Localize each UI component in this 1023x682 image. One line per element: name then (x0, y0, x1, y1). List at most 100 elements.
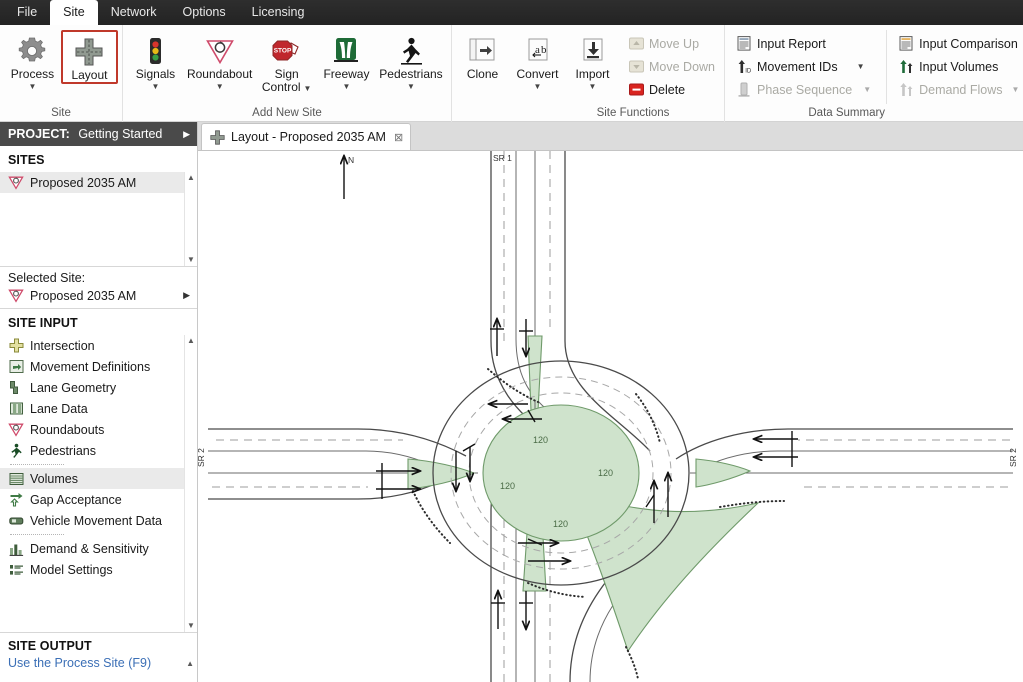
convert-button[interactable]: a b Convert ▼ (509, 30, 566, 92)
phase-sequence-button[interactable]: Phase Sequence ▼ (733, 78, 876, 101)
north-arrow: N (344, 155, 354, 199)
move-down-button[interactable]: Move Down (625, 55, 720, 78)
yield-triangle-icon (8, 175, 24, 191)
roundabout-button-label: Roundabout (186, 67, 253, 81)
sidebar-item-vehicle-movement-data[interactable]: Vehicle Movement Data (0, 510, 184, 531)
scroll-down-icon[interactable]: ▼ (187, 620, 195, 632)
scroll-down-icon[interactable]: ▼ (187, 254, 195, 266)
clone-button[interactable]: Clone (456, 30, 509, 82)
menu-item-options[interactable]: Options (170, 0, 239, 25)
chevron-down-icon[interactable]: ▼ (29, 82, 37, 91)
chevron-down-icon[interactable]: ▼ (407, 82, 415, 91)
movement-definitions-icon (8, 359, 24, 375)
chevron-down-icon[interactable]: ▼ (863, 85, 871, 94)
freeway-icon (332, 34, 360, 68)
chevron-down-icon[interactable]: ▼ (343, 82, 351, 91)
move-up-icon (628, 36, 644, 52)
site-list-item[interactable]: Proposed 2035 AM (0, 172, 185, 193)
sidebar-item-label: Model Settings (30, 562, 113, 577)
scroll-up-icon[interactable]: ▲ (187, 335, 195, 347)
sidebar-item-lane-geometry[interactable]: Lane Geometry (0, 377, 184, 398)
chevron-down-icon[interactable]: ▼ (857, 62, 865, 71)
import-button[interactable]: Import ▼ (566, 30, 619, 92)
import-icon (579, 34, 607, 68)
sidebar-item-gap-acceptance[interactable]: Gap Acceptance (0, 489, 184, 510)
layout-button[interactable]: Layout (60, 30, 118, 84)
move-up-label: Move Up (649, 36, 700, 51)
roundabout-button[interactable]: Roundabout ▼ (184, 30, 255, 92)
signals-button[interactable]: Signals ▼ (127, 30, 184, 92)
svg-text:ID: ID (745, 69, 752, 75)
data-summary-divider (886, 30, 888, 104)
chevron-down-icon[interactable]: ▼ (1012, 85, 1020, 94)
input-comparison-button[interactable]: Input Comparison (895, 32, 1023, 55)
road-label-west: SR 2 (198, 448, 206, 467)
import-button-label: Import (575, 67, 610, 81)
chevron-down-icon[interactable]: ▼ (534, 82, 542, 91)
delete-button[interactable]: Delete (625, 78, 720, 101)
svg-text:b: b (541, 44, 547, 56)
sidebar-item-demand-sensitivity[interactable]: Demand & Sensitivity (0, 538, 184, 559)
sidebar-item-volumes[interactable]: Volumes (0, 468, 184, 489)
sidebar-item-intersection[interactable]: Intersection (0, 335, 184, 356)
sidebar-item-label: Volumes (30, 471, 78, 486)
demand-sensitivity-icon (8, 541, 24, 557)
input-report-button[interactable]: Input Report (733, 32, 876, 55)
selected-site-expand-icon[interactable]: ▶ (183, 290, 190, 301)
phase-sequence-label: Phase Sequence (757, 82, 853, 97)
data-summary-col-1: Input Report ID Movement IDs ▼ Phase Seq… (733, 30, 876, 101)
chevron-down-icon[interactable]: ▼ (152, 82, 160, 91)
sidebar-item-label: Demand & Sensitivity (30, 541, 149, 556)
input-volumes-button[interactable]: Input Volumes (895, 55, 1023, 78)
demand-flows-button[interactable]: Demand Flows ▼ (895, 78, 1023, 101)
scroll-up-icon[interactable]: ▲ (186, 658, 194, 670)
project-expand-icon[interactable]: ▶ (183, 129, 190, 140)
ribbon-group-add-new-site: Signals ▼ Roundabout ▼ STOP Sign Control… (122, 25, 451, 122)
sidebar-item-label: Gap Acceptance (30, 492, 122, 507)
scroll-up-icon[interactable]: ▲ (187, 172, 195, 184)
sidebar-item-lane-data[interactable]: Lane Data (0, 398, 184, 419)
sidebar-item-movement-definitions[interactable]: Movement Definitions (0, 356, 184, 377)
phase-sequence-icon (736, 82, 752, 98)
menu-item-file[interactable]: File (4, 0, 50, 25)
close-icon[interactable]: ⊠ (392, 131, 403, 144)
tab-layout-proposed-2035-am[interactable]: Layout - Proposed 2035 AM ⊠ (201, 123, 412, 150)
layout-canvas[interactable]: .rd { fill:none; stroke:#4a4a4a; stroke-… (198, 151, 1023, 682)
menu-item-licensing[interactable]: Licensing (239, 0, 318, 25)
site-functions-small-buttons: Move Up Move Down Delete (625, 30, 720, 101)
movement-ids-button[interactable]: ID Movement IDs ▼ (733, 55, 876, 78)
signals-button-label: Signals (135, 67, 176, 81)
menu-item-network[interactable]: Network (98, 0, 170, 25)
sidebar-item-pedestrians[interactable]: Pedestrians (0, 440, 184, 461)
sidebar-item-label: Roundabouts (30, 422, 105, 437)
yield-triangle-icon (8, 422, 24, 438)
island-volume-label: 120 (598, 468, 613, 478)
gear-icon (16, 34, 48, 68)
selected-site-row[interactable]: Proposed 2035 AM ▶ (0, 285, 197, 306)
menu-item-site[interactable]: Site (50, 0, 98, 25)
project-bar[interactable]: PROJECT: Getting Started ▶ (0, 122, 197, 146)
freeway-button[interactable]: Freeway ▼ (318, 30, 375, 92)
main-area: PROJECT: Getting Started ▶ SITES Propose… (0, 122, 1023, 682)
convert-button-label: Convert (516, 67, 559, 81)
sign-control-button[interactable]: STOP Sign Control ▼ (255, 30, 318, 96)
pedestrians-button[interactable]: Pedestrians ▼ (375, 30, 447, 92)
sign-control-button-label2: Control (261, 79, 301, 94)
sites-scrollbar[interactable]: ▲ ▼ (184, 172, 197, 266)
chevron-down-icon[interactable]: ▼ (216, 82, 224, 91)
site-input-list: Intersection Movement Definitions Lane G… (0, 335, 197, 632)
chevron-down-icon[interactable]: ▼ (589, 82, 597, 91)
pedestrians-button-label: Pedestrians (379, 67, 443, 81)
site-input-scrollbar[interactable]: ▲ ▼ (184, 335, 197, 632)
yield-triangle-icon (8, 288, 24, 304)
island-volume-label: 120 (553, 519, 568, 529)
sidebar-item-model-settings[interactable]: Model Settings (0, 559, 184, 580)
sidebar-item-label: Pedestrians (30, 443, 97, 458)
process-site-link[interactable]: Use the Process Site (F9) (0, 656, 151, 670)
chevron-down-icon[interactable]: ▼ (304, 84, 312, 93)
site-input-header: SITE INPUT (8, 316, 78, 330)
stop-sign-icon: STOP (271, 34, 303, 68)
process-button[interactable]: Process ▼ (4, 30, 61, 92)
sidebar-item-roundabouts[interactable]: Roundabouts (0, 419, 184, 440)
move-up-button[interactable]: Move Up (625, 32, 720, 55)
